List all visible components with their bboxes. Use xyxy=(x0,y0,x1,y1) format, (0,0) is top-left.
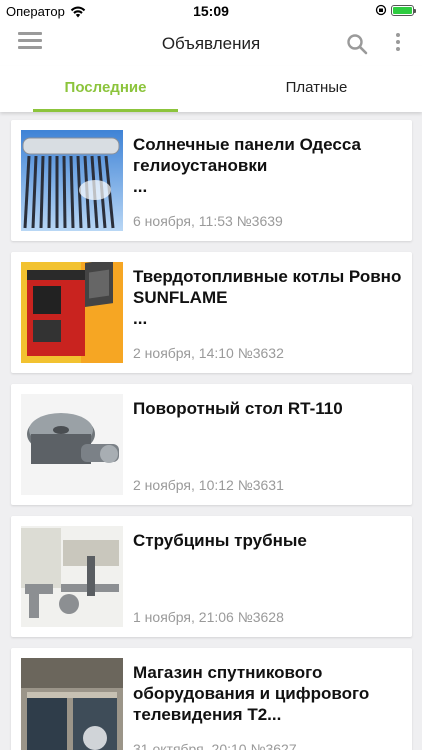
tab-latest[interactable]: Последние xyxy=(0,66,211,112)
tab-indicator xyxy=(33,109,178,112)
ad-card[interactable]: Магазин спутникового оборудования и цифр… xyxy=(11,648,412,750)
tab-paid[interactable]: Платные xyxy=(211,66,422,112)
ad-meta: 1 ноября, 21:06 №3628 xyxy=(133,609,284,625)
ad-card[interactable]: Поворотный стол RT-110 2 ноября, 10:12 №… xyxy=(11,384,412,505)
battery-icon xyxy=(391,4,416,16)
tab-bar: Последние Платные xyxy=(0,66,422,112)
solid-fuel-boiler-photo xyxy=(21,262,123,363)
ad-title: Твердотопливные котлы Ровно SUNFLAME ... xyxy=(133,267,402,328)
search-icon[interactable] xyxy=(345,32,369,56)
ad-card[interactable]: Солнечные панели Одесса гелиоустановки .… xyxy=(11,120,412,241)
ad-meta: 31 октября, 20:10 №3627 xyxy=(133,741,297,750)
navigation-bar: Объявления xyxy=(0,22,422,66)
ad-card[interactable]: Твердотопливные котлы Ровно SUNFLAME ...… xyxy=(11,252,412,373)
battery-group xyxy=(375,4,416,16)
pipe-clamps-photo xyxy=(21,526,123,627)
orientation-lock-icon xyxy=(375,4,387,16)
ad-meta: 2 ноября, 14:10 №3632 xyxy=(133,345,284,361)
ad-card[interactable]: Струбцины трубные 1 ноября, 21:06 №3628 xyxy=(11,516,412,637)
satellite-shop-photo xyxy=(21,658,123,750)
ad-title: Магазин спутникового оборудования и цифр… xyxy=(133,663,370,724)
ad-title: Струбцины трубные xyxy=(133,531,307,550)
clock: 15:09 xyxy=(193,3,229,19)
ad-title: Солнечные панели Одесса гелиоустановки .… xyxy=(133,135,361,196)
ad-meta: 2 ноября, 10:12 №3631 xyxy=(133,477,284,493)
ad-meta: 6 ноября, 11:53 №3639 xyxy=(133,213,283,229)
more-vertical-icon[interactable] xyxy=(390,33,406,55)
ad-title: Поворотный стол RT-110 xyxy=(133,399,343,418)
solar-water-heater-photo xyxy=(21,130,123,231)
status-bar: Оператор 15:09 xyxy=(0,0,422,22)
rotary-table-photo xyxy=(21,394,123,495)
